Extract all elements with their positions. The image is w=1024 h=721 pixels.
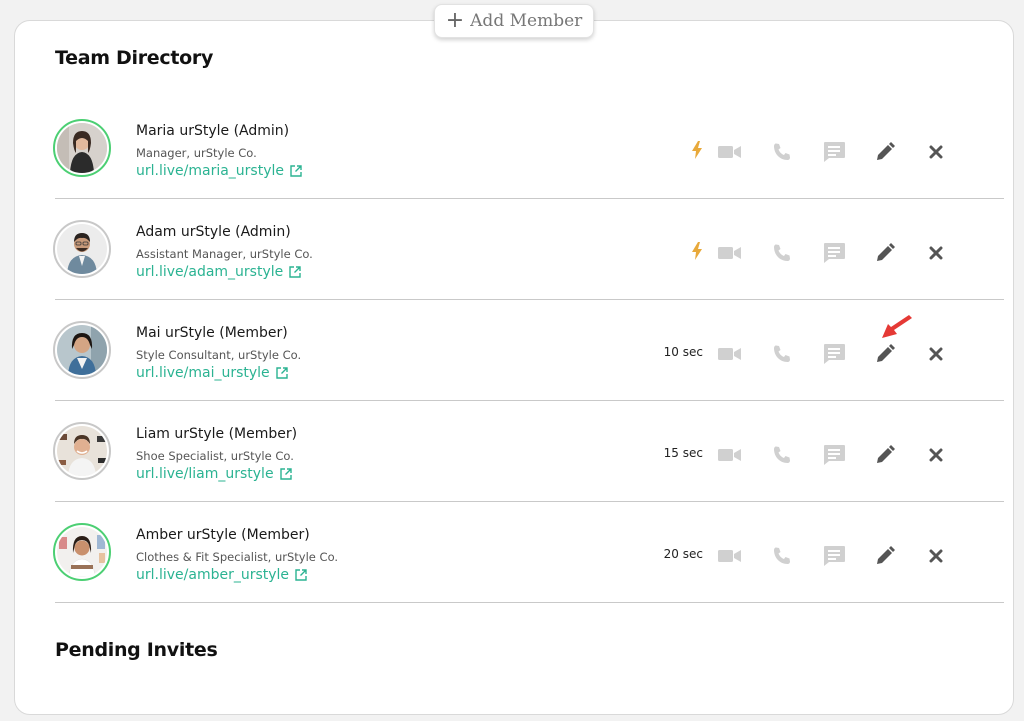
external-link-icon	[295, 569, 307, 581]
close-icon	[929, 145, 943, 159]
edit-member-button[interactable]	[872, 543, 898, 569]
close-icon	[929, 549, 943, 563]
edit-member-button[interactable]	[872, 341, 898, 367]
phone-call-button[interactable]	[769, 442, 795, 468]
member-profile-link-text: url.live/liam_urstyle	[136, 466, 274, 482]
member-name: Mai urStyle (Member)	[136, 325, 288, 341]
pencil-icon	[877, 344, 895, 362]
team-directory-card: Team Directory Maria urStyle (Admin) Man…	[14, 20, 1014, 715]
remove-member-button[interactable]	[923, 139, 949, 165]
member-status	[655, 139, 703, 161]
member-role: Manager, urStyle Co.	[136, 146, 257, 160]
remove-member-button[interactable]	[923, 341, 949, 367]
member-row-amber: Amber urStyle (Member) Clothes & Fit Spe…	[53, 503, 1004, 603]
member-profile-link[interactable]: url.live/liam_urstyle	[136, 466, 292, 482]
member-role: Shoe Specialist, urStyle Co.	[136, 449, 294, 463]
chat-bubble-icon	[824, 445, 845, 465]
remove-member-button[interactable]	[923, 543, 949, 569]
phone-icon	[774, 547, 790, 564]
lightning-icon	[692, 242, 702, 260]
video-call-button[interactable]	[717, 543, 743, 569]
video-camera-icon	[718, 247, 741, 259]
member-profile-link-text: url.live/mai_urstyle	[136, 365, 270, 381]
phone-icon	[774, 345, 790, 362]
close-icon	[929, 448, 943, 462]
chat-bubble-icon	[824, 243, 845, 263]
member-role: Clothes & Fit Specialist, urStyle Co.	[136, 550, 339, 564]
plus-icon: +	[445, 8, 465, 33]
add-member-button[interactable]: + Add Member	[434, 4, 594, 38]
external-link-icon	[279, 468, 292, 480]
chat-bubble-icon	[824, 546, 845, 566]
phone-call-button[interactable]	[769, 139, 795, 165]
avatar	[53, 220, 111, 278]
pencil-icon	[877, 445, 895, 463]
member-profile-link[interactable]: url.live/adam_urstyle	[136, 264, 301, 280]
avatar	[53, 422, 111, 480]
member-row-mai: Mai urStyle (Member) Style Consultant, u…	[53, 301, 1004, 401]
edit-member-button[interactable]	[872, 442, 898, 468]
member-profile-link-text: url.live/amber_urstyle	[136, 567, 290, 583]
member-name: Adam urStyle (Admin)	[136, 224, 291, 240]
external-link-icon	[275, 367, 288, 379]
phone-call-button[interactable]	[769, 543, 795, 569]
member-name: Liam urStyle (Member)	[136, 426, 298, 442]
phone-call-button[interactable]	[769, 240, 795, 266]
chat-button[interactable]	[821, 240, 847, 266]
chat-bubble-icon	[824, 142, 845, 162]
chat-button[interactable]	[821, 139, 847, 165]
video-camera-icon	[718, 348, 741, 360]
add-member-label: Add Member	[470, 11, 583, 31]
chat-button[interactable]	[821, 442, 847, 468]
member-row-maria: Maria urStyle (Admin) Manager, urStyle C…	[53, 99, 1004, 199]
member-name: Maria urStyle (Admin)	[136, 123, 290, 139]
member-row-adam: Adam urStyle (Admin) Assistant Manager, …	[53, 200, 1004, 300]
member-row-liam: Liam urStyle (Member) Shoe Specialist, u…	[53, 402, 1004, 502]
video-camera-icon	[718, 449, 741, 461]
member-status	[655, 240, 703, 262]
edit-member-button[interactable]	[872, 240, 898, 266]
member-role: Style Consultant, urStyle Co.	[136, 348, 302, 362]
member-profile-link[interactable]: url.live/mai_urstyle	[136, 365, 288, 381]
member-status: 15 sec	[663, 446, 703, 460]
edit-member-button[interactable]	[872, 139, 898, 165]
member-profile-link[interactable]: url.live/maria_urstyle	[136, 163, 302, 179]
phone-call-button[interactable]	[769, 341, 795, 367]
member-role: Assistant Manager, urStyle Co.	[136, 247, 313, 261]
member-name: Amber urStyle (Member)	[136, 527, 310, 543]
video-call-button[interactable]	[717, 442, 743, 468]
member-status: 20 sec	[663, 547, 703, 561]
phone-icon	[774, 244, 790, 261]
lightning-icon	[692, 141, 702, 159]
pencil-icon	[877, 546, 895, 564]
video-camera-icon	[718, 550, 741, 562]
close-icon	[929, 347, 943, 361]
video-camera-icon	[718, 146, 741, 158]
member-status: 10 sec	[663, 345, 703, 359]
video-call-button[interactable]	[717, 240, 743, 266]
team-directory-heading: Team Directory	[55, 47, 214, 69]
phone-icon	[774, 446, 790, 463]
close-icon	[929, 246, 943, 260]
pencil-icon	[877, 142, 895, 160]
pending-invites-heading: Pending Invites	[55, 639, 218, 661]
chat-button[interactable]	[821, 341, 847, 367]
external-link-icon	[289, 266, 301, 278]
remove-member-button[interactable]	[923, 442, 949, 468]
remove-member-button[interactable]	[923, 240, 949, 266]
member-profile-link-text: url.live/adam_urstyle	[136, 264, 284, 280]
phone-icon	[774, 143, 790, 160]
avatar	[53, 119, 111, 177]
external-link-icon	[290, 165, 302, 177]
chat-button[interactable]	[821, 543, 847, 569]
chat-bubble-icon	[824, 344, 845, 364]
member-profile-link-text: url.live/maria_urstyle	[136, 163, 285, 179]
red-arrow-icon	[882, 315, 912, 338]
avatar	[53, 321, 111, 379]
member-profile-link[interactable]: url.live/amber_urstyle	[136, 567, 307, 583]
avatar	[53, 523, 111, 581]
video-call-button[interactable]	[717, 139, 743, 165]
video-call-button[interactable]	[717, 341, 743, 367]
pencil-icon	[877, 243, 895, 261]
